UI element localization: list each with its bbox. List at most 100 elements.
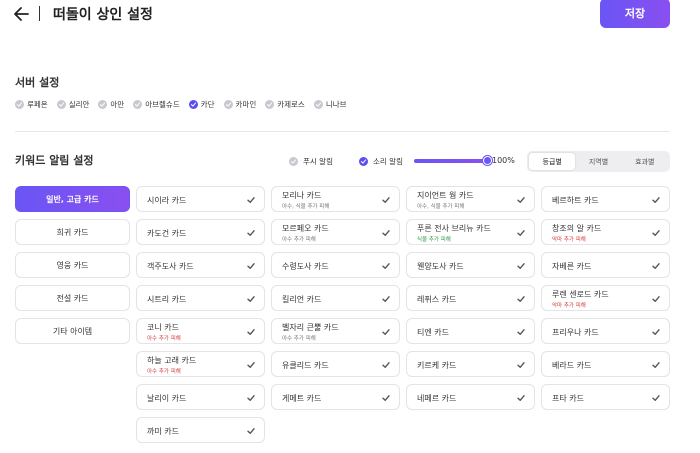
server-check-icon[interactable] xyxy=(313,100,323,109)
push-alert-option[interactable]: 푸시 알림 xyxy=(289,156,333,167)
card-note: 아수, 식물 추가 피해 xyxy=(282,204,330,210)
card-name: 벨자리 큰뿔 카드 xyxy=(282,323,339,332)
card-option[interactable]: 프타 카드 xyxy=(541,384,670,410)
server-option[interactable]: 카단 xyxy=(188,99,215,110)
card-option[interactable]: 수령도사 카드 xyxy=(271,252,400,278)
card-name: 유클리드 카드 xyxy=(282,361,329,370)
card-option[interactable]: 티엔 카드 xyxy=(406,318,535,344)
card-option[interactable]: 코니 카드 아수 추가 피해 xyxy=(136,318,265,344)
server-option-label: 카제로스 xyxy=(277,100,305,109)
page-title: 떠돌이 상인 설정 xyxy=(53,7,153,23)
server-option[interactable]: 니나브 xyxy=(313,99,347,110)
card-option[interactable]: 자베른 카드 xyxy=(541,252,670,278)
check-icon xyxy=(652,362,660,368)
card-note: 아수 추가 피해 xyxy=(282,237,316,243)
card-option[interactable]: 프리우나 카드 xyxy=(541,318,670,344)
check-icon xyxy=(517,197,525,203)
check-icon xyxy=(517,263,525,269)
header: 떠돌이 상인 설정 저장 xyxy=(0,0,700,30)
volume-slider[interactable] xyxy=(414,156,492,165)
server-check-icon[interactable] xyxy=(56,100,66,109)
server-check-icon[interactable] xyxy=(188,100,198,109)
card-option[interactable]: 모리나 카드 아수, 식물 추가 피해 xyxy=(271,186,400,212)
card-option[interactable]: 날리이 카드 xyxy=(136,384,265,410)
card-name: 지이언트 웜 카드 xyxy=(417,191,474,200)
card-option[interactable]: 시이라 카드 xyxy=(136,186,265,212)
keyword-section-title: 키워드 알림 설정 xyxy=(15,154,94,167)
card-option[interactable]: 네페르 카드 xyxy=(406,384,535,410)
card-note: 악마 추가 피해 xyxy=(552,237,586,243)
tab-effect[interactable]: 효과별 xyxy=(622,153,668,170)
card-option[interactable]: 시트리 카드 xyxy=(136,285,265,311)
sound-alert-option[interactable]: 소리 알림 xyxy=(359,156,403,167)
tab-grade[interactable]: 등급별 xyxy=(529,153,576,170)
card-option[interactable]: 웬양도사 카드 xyxy=(406,252,535,278)
card-name: 날리이 카드 xyxy=(147,394,187,403)
check-icon xyxy=(652,230,660,236)
card-option[interactable]: 푸른 전사 브리뉴 카드 식물 추가 피해 xyxy=(406,219,535,245)
volume-value: 100% xyxy=(492,156,515,165)
card-name: 킬리언 카드 xyxy=(282,295,322,304)
card-name: 게메트 카드 xyxy=(282,394,322,403)
check-icon xyxy=(517,395,525,401)
card-option[interactable]: 카도건 카드 xyxy=(136,219,265,245)
server-option[interactable]: 루페온 xyxy=(15,99,48,110)
card-option[interactable]: 베라드 카드 xyxy=(541,351,670,377)
card-option[interactable]: 하늘 고래 카드 아수 추가 피해 xyxy=(136,351,265,377)
category-button[interactable]: 일반, 고급 카드 xyxy=(15,186,130,212)
check-icon xyxy=(652,263,660,269)
card-option[interactable]: 킬리언 카드 xyxy=(271,285,400,311)
server-check-icon[interactable] xyxy=(265,100,275,109)
card-name: 시트리 카드 xyxy=(147,295,187,304)
card-option[interactable]: 베르하트 카드 xyxy=(541,186,670,212)
server-check-icon[interactable] xyxy=(223,100,233,109)
server-check-icon[interactable] xyxy=(98,100,108,109)
card-option[interactable]: 모르페오 카드아수 추가 피해 xyxy=(271,219,400,245)
category-button[interactable]: 전설 카드 xyxy=(15,285,130,311)
card-name: 베라드 카드 xyxy=(552,361,592,370)
card-name: 티엔 카드 xyxy=(417,328,449,337)
check-icon xyxy=(517,296,525,302)
filter-tabs: 등급별 지역별 효과별 xyxy=(527,151,670,172)
server-option-label: 카단 xyxy=(200,100,215,109)
category-button[interactable]: 영웅 카드 xyxy=(15,252,130,278)
card-note: 아수, 식물 추가 피해 xyxy=(417,204,465,210)
card-option[interactable]: 게메트 카드 xyxy=(271,384,400,410)
card-name: 루렌 센로드 카드 xyxy=(552,290,609,299)
check-icon xyxy=(382,296,390,302)
card-name: 창조의 알 카드 xyxy=(552,224,602,233)
card-name: 카도건 카드 xyxy=(147,229,187,238)
card-option[interactable]: 키르케 카드 xyxy=(406,351,535,377)
check-icon xyxy=(247,263,255,269)
card-option[interactable]: 레퓌스 카드 xyxy=(406,285,535,311)
card-name: 모르페오 카드 xyxy=(282,224,329,233)
arrow-left-icon[interactable] xyxy=(12,4,32,24)
card-option[interactable]: 창조의 알 카드악마 추가 피해 xyxy=(541,219,670,245)
save-button[interactable]: 저장 xyxy=(600,0,670,28)
tab-region[interactable]: 지역별 xyxy=(575,153,621,170)
card-note: 아수 추가 피해 xyxy=(147,369,181,375)
card-option[interactable]: 객주도사 카드 xyxy=(136,252,265,278)
volume-slider-knob[interactable] xyxy=(483,156,492,165)
server-option[interactable]: 아만 xyxy=(98,99,124,110)
check-icon xyxy=(247,329,255,335)
category-button[interactable]: 기타 아이템 xyxy=(15,318,130,344)
sound-alert-label: 소리 알림 xyxy=(373,157,403,166)
server-check-icon[interactable] xyxy=(15,100,24,109)
card-option[interactable]: 벨자리 큰뿔 카드 아수 추가 피해 xyxy=(271,318,400,344)
card-option[interactable]: 루렌 센로드 카드 악마 추가 피해 xyxy=(541,285,670,311)
server-option[interactable]: 실리안 xyxy=(56,99,89,110)
server-option[interactable]: 카제로스 xyxy=(265,99,305,110)
card-option[interactable]: 까미 카드 xyxy=(136,417,265,443)
server-check-icon[interactable] xyxy=(133,100,143,109)
server-option[interactable]: 카마인 xyxy=(223,99,256,110)
card-option[interactable]: 지이언트 웜 카드아수, 식물 추가 피해 xyxy=(406,186,535,212)
card-option[interactable]: 유클리드 카드 xyxy=(271,351,400,377)
sound-alert-check-icon[interactable] xyxy=(359,157,368,166)
check-icon xyxy=(652,197,660,203)
push-alert-check-icon[interactable] xyxy=(289,157,298,166)
category-button[interactable]: 희귀 카드 xyxy=(15,219,130,245)
card-name: 객주도사 카드 xyxy=(147,262,194,271)
server-option[interactable]: 아브렐슈드 xyxy=(133,99,180,110)
server-option-label: 아브렐슈드 xyxy=(145,100,180,109)
